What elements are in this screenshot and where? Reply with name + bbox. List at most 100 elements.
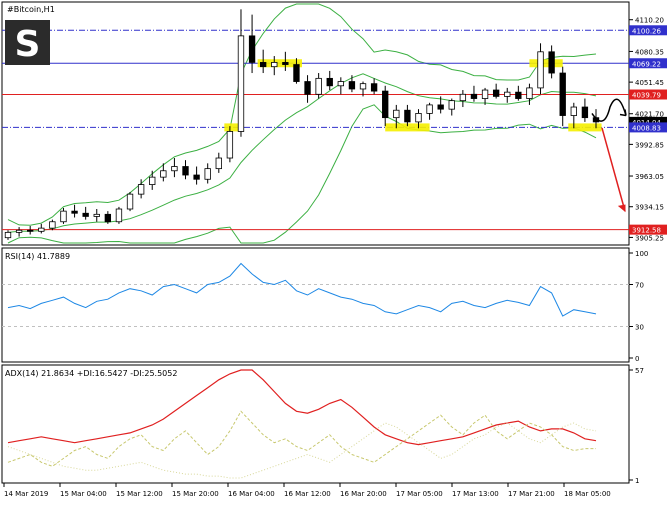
- candle-body: [359, 83, 367, 90]
- candle: [537, 43, 544, 95]
- candle: [115, 206, 123, 224]
- adx-title: ADX(14) 21.8634 +DI:16.5427 -DI:25.5052: [5, 369, 177, 378]
- forecast-arrow-black-head: [619, 109, 627, 117]
- x-tick-label: 17 Mar 13:00: [452, 490, 499, 498]
- candle-body: [481, 89, 489, 99]
- candle-body: [492, 89, 500, 97]
- price-y-tick-label: 3992.85: [635, 141, 664, 149]
- candle-body: [282, 62, 289, 65]
- candle-body: [248, 35, 256, 63]
- candle: [171, 158, 178, 178]
- rsi-y-tick-label: 0: [635, 355, 639, 363]
- x-tick-label: 18 Mar 05:00: [564, 490, 611, 498]
- price-y-tick-label: 4080.35: [635, 48, 664, 56]
- price-tag-label: 4039.79: [632, 92, 661, 100]
- candle: [504, 87, 511, 103]
- candle-body: [515, 91, 522, 99]
- candle-body: [115, 208, 123, 223]
- candle: [226, 126, 234, 163]
- candle: [215, 152, 222, 173]
- candle-body: [537, 51, 544, 89]
- candle: [548, 45, 555, 79]
- rsi-y-tick-label: 30: [635, 324, 644, 332]
- candle-body: [426, 104, 433, 114]
- highlight-zone: [529, 59, 563, 68]
- candle: [271, 56, 278, 76]
- candle-body: [4, 231, 12, 239]
- candle-body: [315, 77, 322, 95]
- price-y-tick-label: 3963.05: [635, 173, 664, 181]
- candle-body: [470, 93, 478, 99]
- candle: [459, 90, 467, 108]
- candle-body: [215, 157, 222, 170]
- x-tick-label: 16 Mar 20:00: [340, 490, 387, 498]
- x-tick-label: 15 Mar 04:00: [60, 490, 107, 498]
- candle: [182, 160, 189, 180]
- candle: [248, 14, 256, 74]
- candle-body: [27, 229, 34, 232]
- candle-body: [182, 166, 189, 176]
- candle: [470, 85, 478, 102]
- x-tick-label: 17 Mar 21:00: [508, 490, 555, 498]
- candle-body: [49, 221, 56, 229]
- chart-svg: 4110.204080.354051.454021.703992.853963.…: [1, 1, 667, 498]
- candle-body: [337, 81, 345, 87]
- candle: [149, 170, 156, 190]
- candle-body: [548, 51, 555, 74]
- bollinger-middle: [7, 73, 597, 233]
- forecast-arrow-red: [601, 127, 626, 212]
- candle: [82, 206, 89, 220]
- price-y-tick-label: 4110.20: [635, 17, 664, 25]
- candle-body: [60, 210, 67, 223]
- candle: [93, 209, 100, 222]
- bollinger-upper: [7, 3, 597, 226]
- candle: [448, 98, 455, 116]
- candle-body: [160, 170, 167, 178]
- candle: [326, 70, 333, 91]
- candle: [237, 9, 245, 137]
- candle-body: [348, 81, 356, 90]
- candle-body: [82, 212, 89, 217]
- candle: [104, 211, 112, 224]
- candle-body: [559, 72, 566, 116]
- candle: [559, 66, 566, 127]
- candle-body: [304, 81, 311, 95]
- candle-body: [448, 100, 455, 110]
- rsi-title: RSI(14) 41.7889: [5, 252, 70, 261]
- candle-body: [15, 229, 23, 233]
- price-y-tick-label: 3905.25: [635, 234, 664, 242]
- candle-body: [226, 131, 234, 159]
- candle-body: [526, 87, 533, 99]
- price-y-tick-label: 3934.15: [635, 204, 664, 212]
- symbol-label: #Bitcoin,H1: [7, 5, 55, 14]
- x-tick-label: 14 Mar 2019: [4, 490, 48, 498]
- candle: [404, 104, 411, 127]
- candle-body: [237, 35, 245, 132]
- adx-line: [7, 369, 597, 446]
- candle: [348, 75, 356, 93]
- candle: [4, 230, 12, 240]
- x-tick-label: 15 Mar 12:00: [116, 490, 163, 498]
- price-y-tick-label: 4051.45: [635, 79, 664, 87]
- candle-body: [437, 104, 444, 110]
- candle-body: [149, 176, 156, 185]
- candle-body: [581, 106, 589, 119]
- price-tag-label: 4008.83: [632, 124, 661, 132]
- candle: [204, 163, 211, 184]
- x-tick-label: 16 Mar 12:00: [284, 490, 331, 498]
- candle: [38, 223, 45, 234]
- candle: [15, 227, 23, 237]
- price-tag-label: 4100.26: [632, 27, 661, 35]
- x-tick-label: 15 Mar 20:00: [172, 490, 219, 498]
- candle-body: [204, 168, 211, 180]
- candle: [126, 192, 134, 212]
- candle-body: [370, 83, 378, 92]
- candle-body: [393, 109, 400, 119]
- candle-body: [570, 106, 577, 116]
- adx-y-tick-label: 57: [635, 367, 644, 375]
- x-tick-label: 17 Mar 05:00: [396, 490, 443, 498]
- x-tick-label: 16 Mar 04:00: [228, 490, 275, 498]
- candle: [60, 207, 67, 224]
- rsi-y-tick-label: 100: [635, 250, 648, 258]
- price-tag-label: 3912.58: [632, 227, 661, 235]
